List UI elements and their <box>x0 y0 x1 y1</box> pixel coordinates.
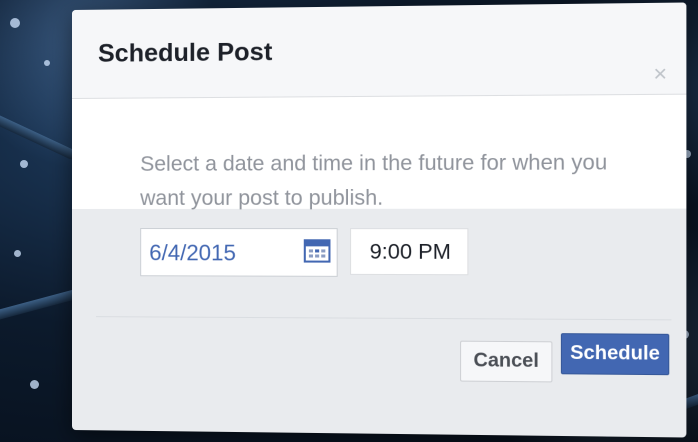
footer-divider <box>96 316 672 321</box>
schedule-post-dialog: Schedule Post × Select a date and time i… <box>72 2 687 438</box>
instructions-text: Select a date and time in the future for… <box>140 150 608 210</box>
background-light <box>44 60 50 66</box>
calendar-icon[interactable] <box>304 238 331 262</box>
dialog-title: Schedule Post <box>98 37 273 68</box>
background-light <box>30 380 39 389</box>
cancel-button[interactable]: Cancel <box>460 340 553 383</box>
time-field[interactable]: 9:00 PM <box>350 228 469 276</box>
background-light <box>20 160 28 168</box>
background-light <box>10 18 20 28</box>
dialog-header: Schedule Post × <box>72 2 687 99</box>
date-field[interactable]: 6/4/2015 <box>140 228 338 277</box>
close-icon[interactable]: × <box>653 61 667 87</box>
schedule-button[interactable]: Schedule <box>560 333 670 376</box>
time-value: 9:00 PM <box>369 240 451 264</box>
background-light <box>14 250 21 257</box>
date-value: 6/4/2015 <box>149 240 236 266</box>
